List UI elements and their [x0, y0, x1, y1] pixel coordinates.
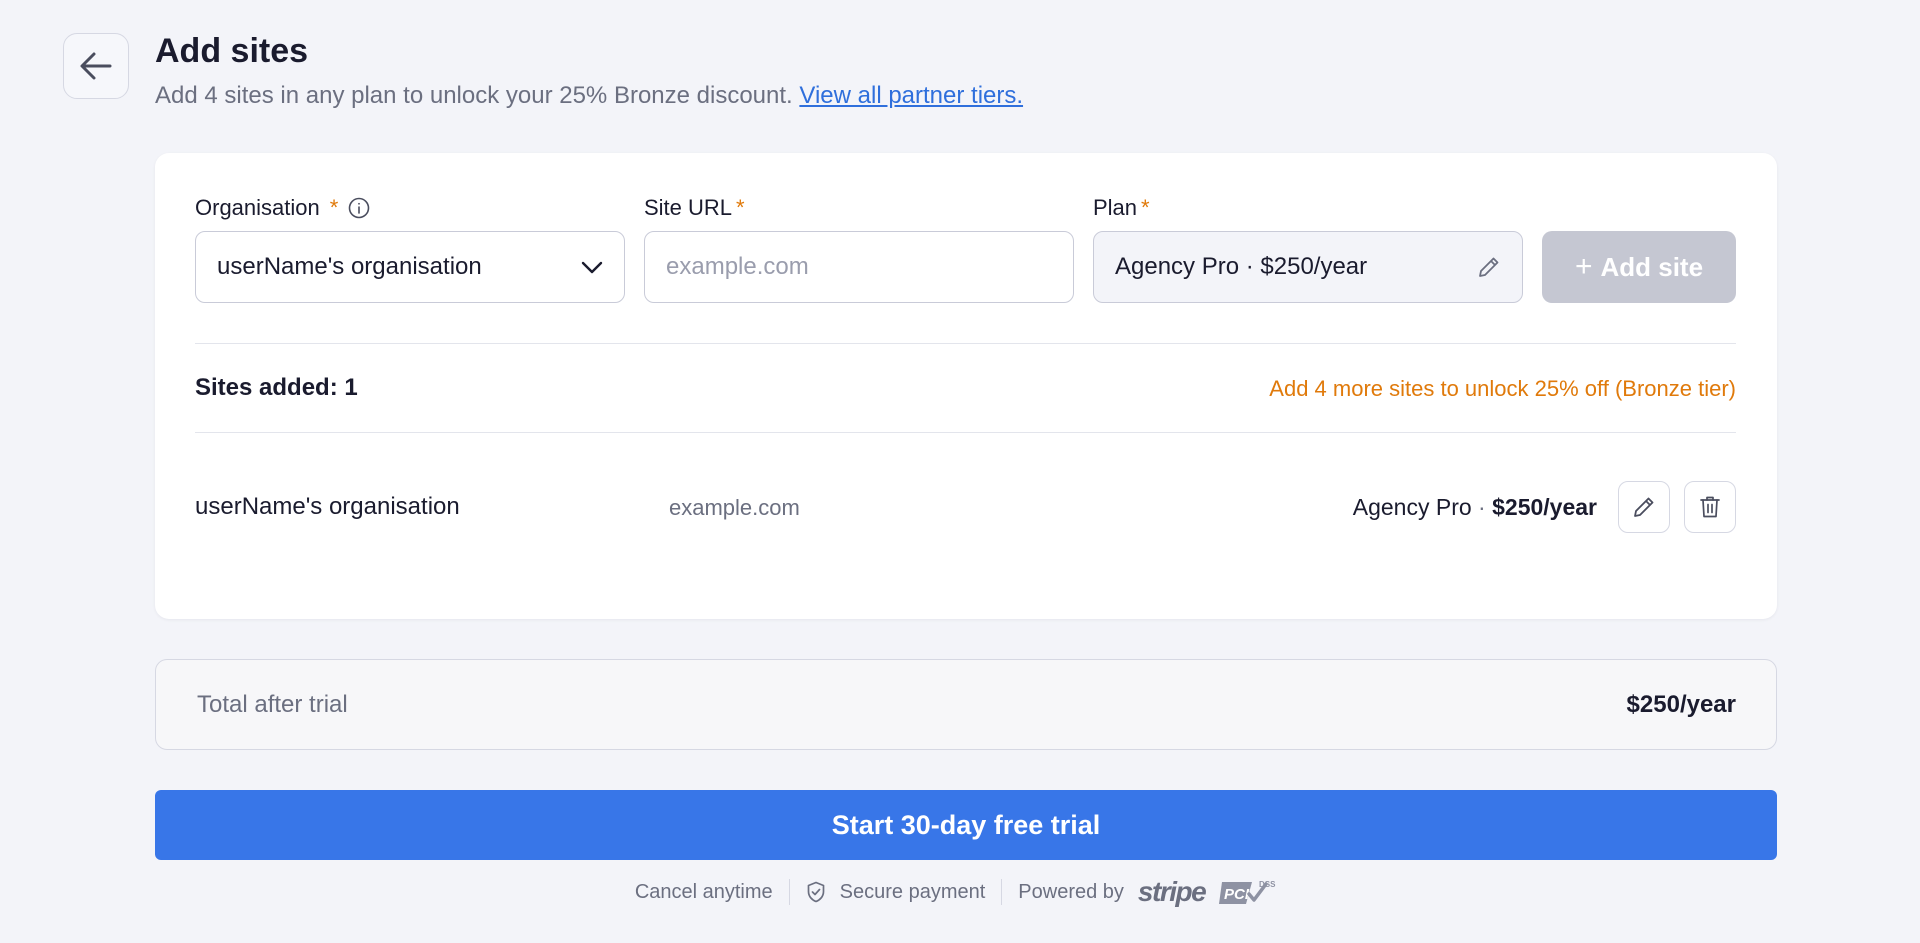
organisation-select[interactable]: userName's organisation — [195, 231, 625, 303]
pencil-icon[interactable] — [1477, 255, 1501, 279]
discount-hint: Add 4 more sites to unlock 25% off (Bron… — [1269, 376, 1736, 401]
delete-site-button[interactable] — [1684, 481, 1736, 533]
required-marker: * — [1141, 195, 1150, 220]
back-button[interactable] — [63, 33, 129, 99]
required-marker: * — [736, 195, 745, 220]
add-sites-page: Add sites Add 4 sites in any plan to unl… — [0, 0, 1920, 943]
site-row-url: example.com — [669, 495, 800, 520]
page-title: Add sites — [155, 32, 309, 70]
site-url-label-text: Site URL — [644, 195, 733, 220]
secure-payment-text: Secure payment — [839, 880, 986, 903]
organisation-label: Organisation * — [195, 195, 370, 221]
payment-footer: Cancel anytime Secure payment Powered by… — [0, 876, 1920, 907]
total-value: $250/year — [1626, 690, 1736, 718]
plus-icon: + — [1574, 250, 1593, 283]
total-after-trial: Total after trial $250/year — [155, 659, 1777, 750]
chevron-down-icon — [581, 260, 603, 274]
site-row-price: $250/year — [1492, 494, 1597, 520]
plan-field-value: Agency Pro · $250/year — [1115, 253, 1368, 280]
organisation-label-text: Organisation — [195, 195, 320, 220]
subtitle-text: Add 4 sites in any plan to unlock your 2… — [155, 82, 793, 109]
site-row-plan-name: Agency Pro — [1352, 494, 1472, 520]
site-row-organisation: userName's organisation — [195, 493, 460, 520]
total-label: Total after trial — [197, 690, 348, 718]
cancel-anytime-text: Cancel anytime — [634, 880, 773, 903]
info-icon[interactable] — [348, 197, 370, 219]
edit-site-button[interactable] — [1618, 481, 1670, 533]
plan-field[interactable]: Agency Pro · $250/year — [1093, 231, 1523, 303]
divider — [195, 343, 1736, 344]
add-site-button[interactable]: + Add site — [1542, 231, 1736, 303]
powered-by-text: Powered by — [1018, 880, 1124, 903]
start-trial-button[interactable]: Start 30-day free trial — [155, 790, 1777, 860]
pci-dss-logo: PCI DSS — [1219, 878, 1285, 906]
pencil-icon — [1632, 495, 1656, 519]
site-url-label: Site URL * — [644, 195, 745, 221]
svg-text:PCI: PCI — [1224, 886, 1250, 903]
plan-label: Plan * — [1093, 195, 1150, 221]
shield-check-icon — [806, 881, 826, 903]
site-url-input[interactable] — [644, 231, 1074, 303]
plan-label-text: Plan — [1093, 195, 1138, 220]
required-marker: * — [329, 195, 339, 220]
sites-added-count: Sites added: 1 — [195, 374, 358, 401]
partner-tiers-link[interactable]: View all partner tiers. — [799, 82, 1023, 109]
site-row-separator: · — [1478, 494, 1486, 520]
add-site-button-label: Add site — [1600, 251, 1704, 282]
arrow-left-icon — [79, 51, 113, 81]
divider — [788, 879, 790, 905]
trash-icon — [1699, 495, 1721, 519]
divider — [1001, 879, 1003, 905]
page-subtitle: Add 4 sites in any plan to unlock your 2… — [155, 82, 1023, 110]
svg-text:DSS: DSS — [1259, 880, 1276, 889]
organisation-select-value: userName's organisation — [217, 253, 482, 280]
stripe-logo: stripe — [1137, 876, 1207, 907]
divider — [195, 432, 1736, 433]
site-row-plan: Agency Pro · $250/year — [1353, 494, 1597, 521]
